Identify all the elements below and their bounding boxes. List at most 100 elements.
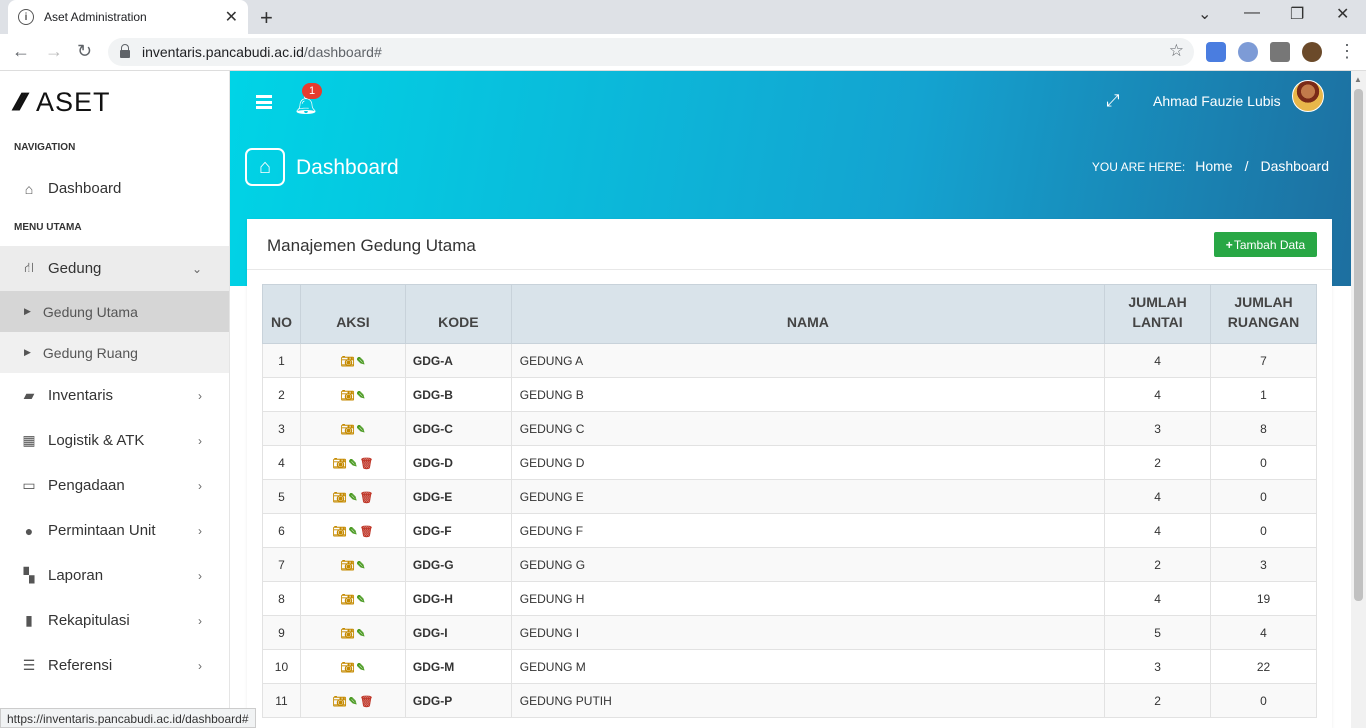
menu-toggle-icon[interactable]	[256, 95, 272, 109]
camera-icon[interactable]: 📷︎	[340, 355, 354, 368]
bookmark-star-icon[interactable]: ☆	[1169, 41, 1184, 61]
sidebar-item-referensi[interactable]: ☰ Referensi ›	[0, 643, 229, 688]
table-row: 8 📷︎ ✎ GDG-H GEDUNG H 4 19	[262, 581, 1317, 616]
camera-icon[interactable]: 📷︎	[340, 661, 354, 674]
trash-icon[interactable]: 🗑︎	[360, 695, 374, 708]
camera-icon[interactable]: 📷︎	[340, 423, 354, 436]
sidebar-item-permintaan-unit[interactable]: ● Permintaan Unit ›	[0, 508, 229, 553]
cell-kode: GDG-F	[404, 513, 512, 548]
restore-icon[interactable]: ❐	[1290, 4, 1304, 24]
avatar[interactable]	[1292, 80, 1324, 112]
sidebar-item-gedung[interactable]: ⛙ Gedung ⌄	[0, 246, 229, 291]
profile-avatar[interactable]	[1302, 42, 1322, 62]
minimize-icon[interactable]: —	[1244, 4, 1260, 22]
cell-aksi: 📷︎ ✎	[299, 649, 406, 684]
sidebar-subitem-gedung-utama[interactable]: ▶ Gedung Utama	[0, 291, 229, 332]
col-header-no[interactable]: NO	[262, 284, 301, 344]
home-icon: ⌂	[24, 180, 34, 197]
sidebar-item-rekapitulasi[interactable]: ▮ Rekapitulasi ›	[0, 598, 229, 643]
camera-icon[interactable]: 📷︎	[332, 457, 346, 470]
forward-icon[interactable]: →	[45, 41, 63, 62]
pencil-icon[interactable]: ✎	[356, 593, 365, 606]
pencil-icon[interactable]: ✎	[356, 355, 365, 368]
translate-extension-icon[interactable]	[1206, 42, 1226, 62]
cell-jumlah-ruangan: 19	[1210, 581, 1317, 616]
pencil-icon[interactable]: ✎	[356, 559, 365, 572]
cell-nama: GEDUNG E	[510, 479, 1106, 514]
camera-icon[interactable]: 📷︎	[340, 593, 354, 606]
sidebar-item-dashboard[interactable]: ⌂ Dashboard	[0, 166, 229, 211]
sidebar-item-pengadaan[interactable]: ▭ Pengadaan ›	[0, 463, 229, 508]
sidebar-item-inventaris[interactable]: ▰ Inventaris ›	[0, 373, 229, 418]
sidebar-item-label: Rekapitulasi	[48, 612, 130, 629]
col-header-jumlah-lantai[interactable]: JUMLAH LANTAI	[1104, 284, 1212, 344]
new-tab-button[interactable]: +	[260, 5, 273, 31]
sidebar-item-laporan[interactable]: ▚ Laporan ›	[0, 553, 229, 598]
cell-aksi: 📷︎ ✎	[299, 343, 406, 378]
user-name[interactable]: Ahmad Fauzie Lubis	[1153, 93, 1281, 109]
back-icon[interactable]: ←	[12, 41, 30, 62]
cell-jumlah-lantai: 5	[1104, 615, 1212, 650]
browser-tab[interactable]: i Aset Administration ✕	[8, 0, 248, 34]
cell-no: 4	[262, 445, 301, 480]
table-icon: ▦	[22, 432, 36, 448]
pencil-icon[interactable]: ✎	[356, 423, 365, 436]
puzzle-icon[interactable]	[1270, 42, 1290, 62]
camera-icon[interactable]: 📷︎	[340, 559, 354, 572]
add-data-button[interactable]: + Tambah Data	[1214, 232, 1317, 257]
col-header-aksi[interactable]: AKSI	[299, 284, 406, 344]
camera-icon[interactable]: 📷︎	[332, 525, 346, 538]
page-scrollbar[interactable]: ▲	[1351, 71, 1366, 728]
cell-no: 7	[262, 547, 301, 582]
cell-aksi: 📷︎ ✎	[299, 615, 406, 650]
tab-search-icon[interactable]: ⌄	[1198, 4, 1211, 24]
logo[interactable]: /// ASET	[9, 87, 111, 118]
trash-icon[interactable]: 🗑︎	[360, 525, 374, 538]
address-bar[interactable]: inventaris.pancabudi.ac.id /dashboard# ☆	[108, 38, 1194, 66]
cell-kode: GDG-A	[404, 343, 512, 378]
pencil-icon[interactable]: ✎	[356, 661, 365, 674]
extension-icon[interactable]	[1238, 42, 1258, 62]
sidebar-item-label: Permintaan Unit	[48, 522, 156, 539]
breadcrumb: YOU ARE HERE: Home / Dashboard	[1092, 158, 1329, 174]
sidebar-subitem-label: Gedung Utama	[42, 303, 138, 320]
sidebar: /// ASET NAVIGATION ⌂ Dashboard MENU UTA…	[0, 71, 230, 728]
camera-icon[interactable]: 📷︎	[340, 627, 354, 640]
road-icon: ⛙	[24, 259, 34, 275]
pencil-icon[interactable]: ✎	[348, 695, 357, 708]
fullscreen-icon[interactable]: ⤢	[1106, 91, 1120, 111]
window-close-icon[interactable]: ✕	[1336, 4, 1349, 24]
camera-icon[interactable]: 📷︎	[340, 389, 354, 402]
col-header-jumlah-ruangan[interactable]: JUMLAH RUANGAN	[1210, 284, 1317, 344]
scrollbar-thumb[interactable]	[1354, 89, 1363, 601]
camera-icon[interactable]: 📷︎	[332, 491, 346, 504]
reload-icon[interactable]: ↻	[77, 41, 92, 62]
nav-section-navigation: NAVIGATION	[14, 142, 76, 153]
tab-close-icon[interactable]: ✕	[225, 7, 238, 27]
cell-no: 8	[262, 581, 301, 616]
chevron-right-icon: ›	[198, 568, 202, 583]
table-row: 10 📷︎ ✎ GDG-M GEDUNG M 3 22	[262, 649, 1317, 684]
chrome-menu-icon[interactable]: ⋮	[1338, 41, 1356, 62]
cell-kode: GDG-E	[404, 479, 512, 514]
pencil-icon[interactable]: ✎	[348, 457, 357, 470]
pencil-icon[interactable]: ✎	[348, 525, 357, 538]
trash-icon[interactable]: 🗑︎	[360, 457, 374, 470]
pencil-icon[interactable]: ✎	[348, 491, 357, 504]
scroll-up-icon[interactable]: ▲	[1354, 75, 1362, 84]
pencil-icon[interactable]: ✎	[356, 627, 365, 640]
sidebar-item-logistik-atk[interactable]: ▦ Logistik & ATK ›	[0, 418, 229, 463]
pencil-icon[interactable]: ✎	[356, 389, 365, 402]
col-header-kode[interactable]: KODE	[404, 284, 512, 344]
cell-no: 3	[262, 411, 301, 446]
trash-icon[interactable]: 🗑︎	[360, 491, 374, 504]
sidebar-item-label: Referensi	[48, 657, 113, 674]
cell-jumlah-ruangan: 3	[1210, 547, 1317, 582]
cell-nama: GEDUNG H	[510, 581, 1106, 616]
cell-no: 2	[262, 377, 301, 412]
col-header-nama[interactable]: NAMA	[510, 284, 1106, 344]
sidebar-item-label: Pengadaan	[48, 477, 125, 494]
camera-icon[interactable]: 📷︎	[332, 695, 346, 708]
breadcrumb-home[interactable]: Home	[1195, 158, 1232, 174]
sidebar-subitem-gedung-ruang[interactable]: ▶ Gedung Ruang	[0, 332, 229, 373]
